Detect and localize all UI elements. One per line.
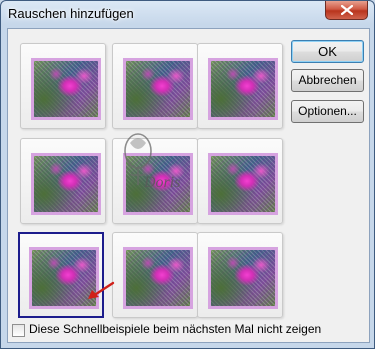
ok-button-label: OK: [318, 44, 337, 59]
dialog-title: Rauschen hinzufügen: [8, 6, 134, 21]
doris-watermark: Doris: [124, 133, 180, 191]
cancel-button-label: Abbrechen: [298, 73, 357, 87]
options-button[interactable]: Optionen...: [291, 100, 364, 123]
options-button-label: Optionen...: [298, 104, 357, 118]
preview-thumbnail-3-3[interactable]: [197, 232, 283, 318]
preview-thumbnail-3-1[interactable]: [18, 232, 104, 318]
dialog-window: Rauschen hinzufügen Doris OK Abbrechen O…: [0, 0, 375, 349]
preview-image: [31, 153, 101, 215]
preview-thumbnail-2-3[interactable]: [197, 138, 283, 224]
preview-image: [123, 58, 193, 120]
preview-thumbnail-2-1[interactable]: [20, 138, 106, 224]
cancel-button[interactable]: Abbrechen: [291, 69, 364, 92]
ok-button[interactable]: OK: [291, 40, 364, 63]
preview-image: [208, 153, 278, 215]
dont-show-again-label[interactable]: Diese Schnellbeispiele beim nächsten Mal…: [29, 322, 321, 336]
preview-thumbnail-3-2[interactable]: [112, 232, 198, 318]
close-icon: [341, 5, 353, 15]
preview-thumbnail-1-2[interactable]: [112, 43, 198, 129]
watermark-text: Doris: [143, 174, 180, 191]
close-button[interactable]: [325, 1, 368, 20]
preview-thumbnail-1-1[interactable]: [20, 43, 106, 129]
preview-image: [208, 58, 278, 120]
red-arrow: [88, 281, 115, 299]
preview-thumbnail-1-3[interactable]: [197, 43, 283, 129]
dont-show-again-checkbox[interactable]: [12, 324, 25, 337]
preview-image: [31, 58, 101, 120]
title-bar[interactable]: Rauschen hinzufügen: [1, 1, 374, 27]
preview-image: [123, 247, 193, 309]
preview-image: [208, 247, 278, 309]
dialog-body: Doris OK Abbrechen Optionen... Diese Sch…: [7, 28, 370, 343]
